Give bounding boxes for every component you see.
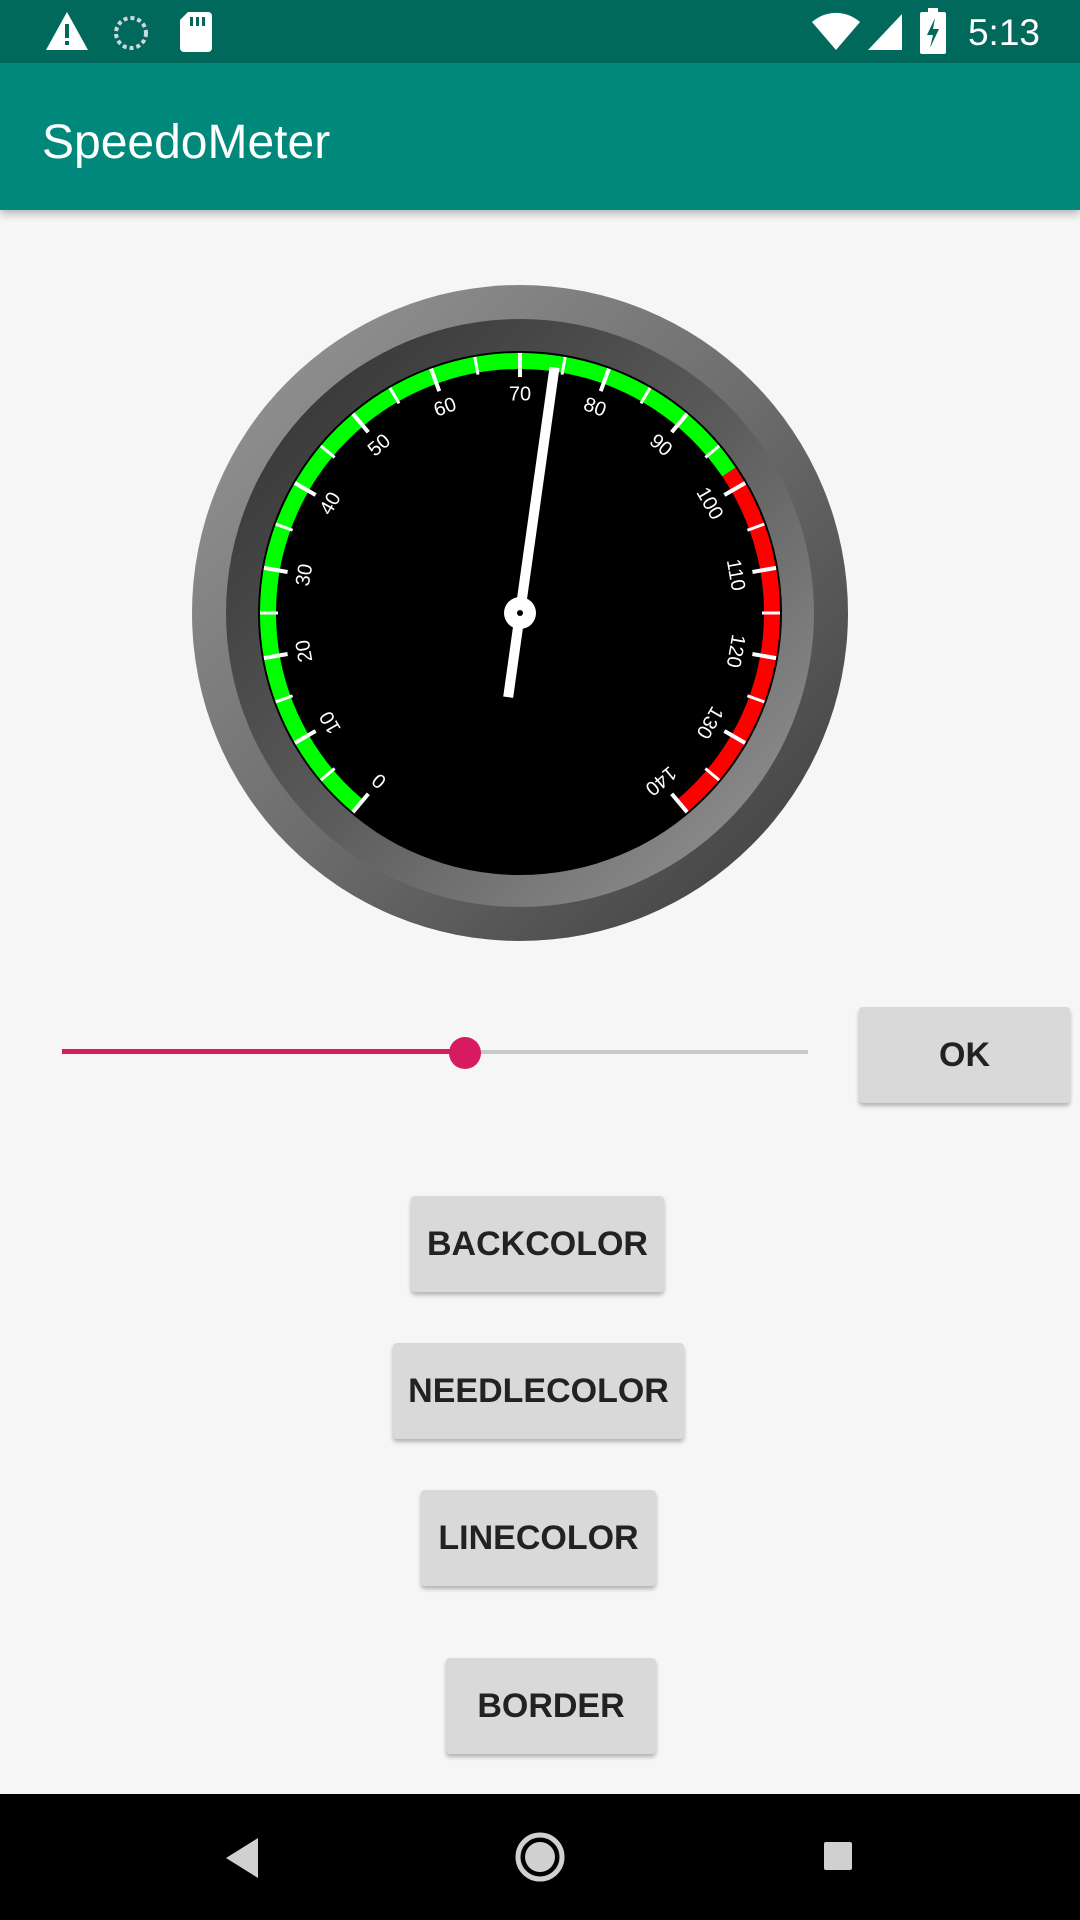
ok-button[interactable]: OK [859,1007,1070,1103]
sd-card-icon [180,12,212,52]
recents-icon[interactable] [822,1840,854,1872]
speedometer-gauge: 0102030405060 70 8090100110120130140 [192,285,848,941]
speed-tick-label: 20 [292,638,318,664]
speed-tick-label: 70 [509,383,531,405]
app-bar: SpeedoMeter [0,63,1080,210]
home-icon[interactable] [514,1831,566,1883]
back-icon[interactable] [222,1836,262,1880]
speed-seekbar[interactable] [62,1030,808,1074]
status-bar: 5:13 [0,0,1080,63]
needle-hub-center [517,610,523,616]
navigation-bar [0,1794,1080,1920]
needlecolor-button[interactable]: NEEDLECOLOR [393,1343,684,1439]
linecolor-button[interactable]: LINECOLOR [421,1490,656,1586]
seekbar-progress [62,1049,465,1054]
app-title: SpeedoMeter [42,116,331,169]
warning-icon [46,12,88,50]
speed-tick-label: 30 [292,562,318,588]
sync-icon [114,16,148,50]
wifi-icon [812,12,860,51]
status-time: 5:13 [967,12,1040,53]
backcolor-button[interactable]: BACKCOLOR [411,1196,664,1292]
border-button[interactable]: BORDER [446,1658,656,1754]
seekbar-thumb[interactable] [448,1037,481,1069]
signal-icon [868,14,902,50]
battery-charging-icon [920,8,946,54]
